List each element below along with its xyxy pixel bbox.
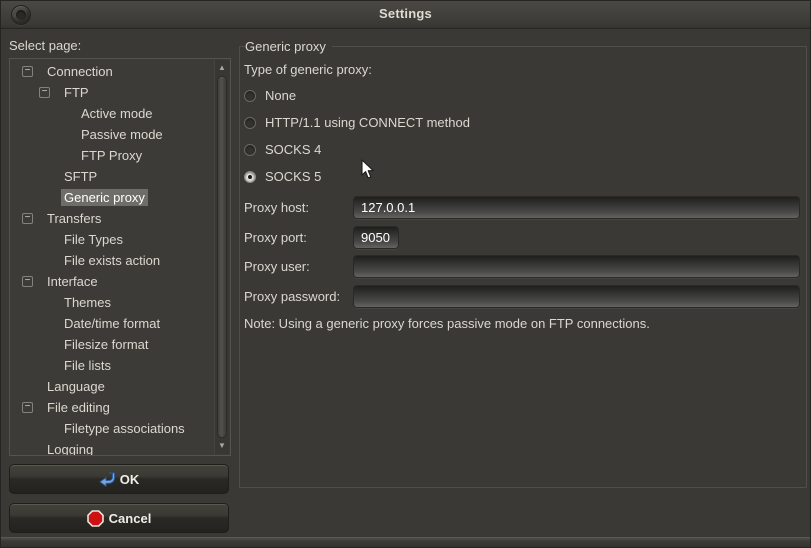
radio-button-icon[interactable] bbox=[244, 117, 256, 129]
tree-item-label: Language bbox=[44, 378, 108, 395]
tree-item[interactable]: Generic proxy bbox=[10, 187, 214, 208]
generic-proxy-group: Generic proxy Type of generic proxy: Non… bbox=[239, 39, 807, 488]
tree-item-label: Filesize format bbox=[61, 336, 152, 353]
field-row: Proxy port: bbox=[244, 223, 800, 253]
radio-option-label: HTTP/1.1 using CONNECT method bbox=[265, 115, 470, 130]
field-label: Proxy password: bbox=[244, 289, 353, 304]
radio-option-label: SOCKS 5 bbox=[265, 169, 321, 184]
radio-option[interactable]: SOCKS 5 bbox=[244, 163, 800, 190]
ok-button[interactable]: OK bbox=[9, 464, 229, 494]
field-row: Proxy host: bbox=[244, 193, 800, 223]
tree-item[interactable]: FTP bbox=[10, 82, 214, 103]
tree-item-label: Active mode bbox=[78, 105, 156, 122]
select-page-label: Select page: bbox=[9, 38, 81, 53]
tree-item[interactable]: Filetype associations bbox=[10, 418, 214, 439]
radio-option-label: None bbox=[265, 88, 296, 103]
tree-item-label: FTP Proxy bbox=[78, 147, 145, 164]
tree-item-label: SFTP bbox=[61, 168, 100, 185]
field-input[interactable] bbox=[353, 226, 399, 249]
stop-octagon-icon bbox=[87, 510, 104, 527]
tree-item-label: File Types bbox=[61, 231, 126, 248]
tree-item[interactable]: Transfers bbox=[10, 208, 214, 229]
field-label: Proxy host: bbox=[244, 200, 353, 215]
tree-item[interactable]: File lists bbox=[10, 355, 214, 376]
ok-button-label: OK bbox=[120, 472, 140, 487]
tree-item[interactable]: Logging bbox=[10, 439, 214, 456]
tree-item[interactable]: FTP Proxy bbox=[10, 145, 214, 166]
window-title: Settings bbox=[1, 6, 810, 21]
expander-collapse-icon[interactable] bbox=[22, 66, 33, 77]
tree-item-label: Filetype associations bbox=[61, 420, 188, 437]
scroll-up-icon[interactable]: ▲ bbox=[215, 62, 229, 74]
tree-item-label: File editing bbox=[44, 399, 113, 416]
tree-item[interactable]: File exists action bbox=[10, 250, 214, 271]
tree-item-label: Transfers bbox=[44, 210, 104, 227]
radio-button-icon[interactable] bbox=[244, 144, 256, 156]
tree-item-label: FTP bbox=[61, 84, 92, 101]
tree-item[interactable]: Connection bbox=[10, 61, 214, 82]
settings-tree[interactable]: Connection FTP Active mode Passive mode bbox=[9, 58, 231, 456]
tree-item[interactable]: Language bbox=[10, 376, 214, 397]
tree-item-label: Connection bbox=[44, 63, 116, 80]
radio-option[interactable]: SOCKS 4 bbox=[244, 136, 800, 163]
tree-item[interactable]: File editing bbox=[10, 397, 214, 418]
tree-item-label: Themes bbox=[61, 294, 114, 311]
field-input[interactable] bbox=[353, 255, 800, 278]
tree-item[interactable]: Interface bbox=[10, 271, 214, 292]
tree-item-label: File lists bbox=[61, 357, 114, 374]
expander-collapse-icon[interactable] bbox=[22, 402, 33, 413]
tree-item[interactable]: Filesize format bbox=[10, 334, 214, 355]
tree-item[interactable]: Date/time format bbox=[10, 313, 214, 334]
proxy-type-radio-group: None HTTP/1.1 using CONNECT method SOCKS… bbox=[244, 82, 800, 190]
tree-item[interactable]: Themes bbox=[10, 292, 214, 313]
settings-dialog: Settings Select page: Connection FTP Act… bbox=[0, 0, 811, 548]
tree-item[interactable]: File Types bbox=[10, 229, 214, 250]
expander-collapse-icon[interactable] bbox=[22, 213, 33, 224]
cancel-button-label: Cancel bbox=[109, 511, 152, 526]
tree-item[interactable]: Passive mode bbox=[10, 124, 214, 145]
field-label: Proxy user: bbox=[244, 259, 353, 274]
radio-button-icon[interactable] bbox=[244, 90, 256, 102]
radio-option[interactable]: HTTP/1.1 using CONNECT method bbox=[244, 109, 800, 136]
radio-option-label: SOCKS 4 bbox=[265, 142, 321, 157]
scrollbar-thumb[interactable] bbox=[217, 76, 227, 438]
tree-item-label: Date/time format bbox=[61, 315, 163, 332]
tree-scrollbar[interactable]: ▲ ▼ bbox=[214, 60, 229, 454]
tree-item[interactable]: Active mode bbox=[10, 103, 214, 124]
tree-item-label: Generic proxy bbox=[61, 189, 148, 206]
tree-item-label: Interface bbox=[44, 273, 101, 290]
field-row: Proxy user: bbox=[244, 252, 800, 282]
group-legend: Generic proxy bbox=[245, 39, 332, 54]
tree-item-label: Logging bbox=[44, 441, 96, 456]
scroll-down-icon[interactable]: ▼ bbox=[215, 440, 229, 452]
expander-collapse-icon[interactable] bbox=[39, 87, 50, 98]
expander-collapse-icon[interactable] bbox=[22, 276, 33, 287]
field-label: Proxy port: bbox=[244, 230, 353, 245]
proxy-fields: Proxy host: Proxy port: Proxy user: Prox… bbox=[244, 193, 800, 311]
radio-button-icon[interactable] bbox=[244, 171, 256, 183]
field-input[interactable] bbox=[353, 196, 800, 219]
tree-rows: Connection FTP Active mode Passive mode bbox=[10, 61, 214, 456]
field-row: Proxy password: bbox=[244, 282, 800, 312]
cancel-button[interactable]: Cancel bbox=[9, 503, 229, 533]
tree-item-label: File exists action bbox=[61, 252, 163, 269]
tree-item-label: Passive mode bbox=[78, 126, 166, 143]
field-input[interactable] bbox=[353, 285, 800, 308]
note-text: Note: Using a generic proxy forces passi… bbox=[244, 316, 650, 331]
titlebar[interactable]: Settings bbox=[1, 1, 810, 29]
tree-item[interactable]: SFTP bbox=[10, 166, 214, 187]
type-of-proxy-label: Type of generic proxy: bbox=[244, 62, 372, 77]
return-arrow-icon bbox=[99, 472, 115, 487]
radio-option[interactable]: None bbox=[244, 82, 800, 109]
